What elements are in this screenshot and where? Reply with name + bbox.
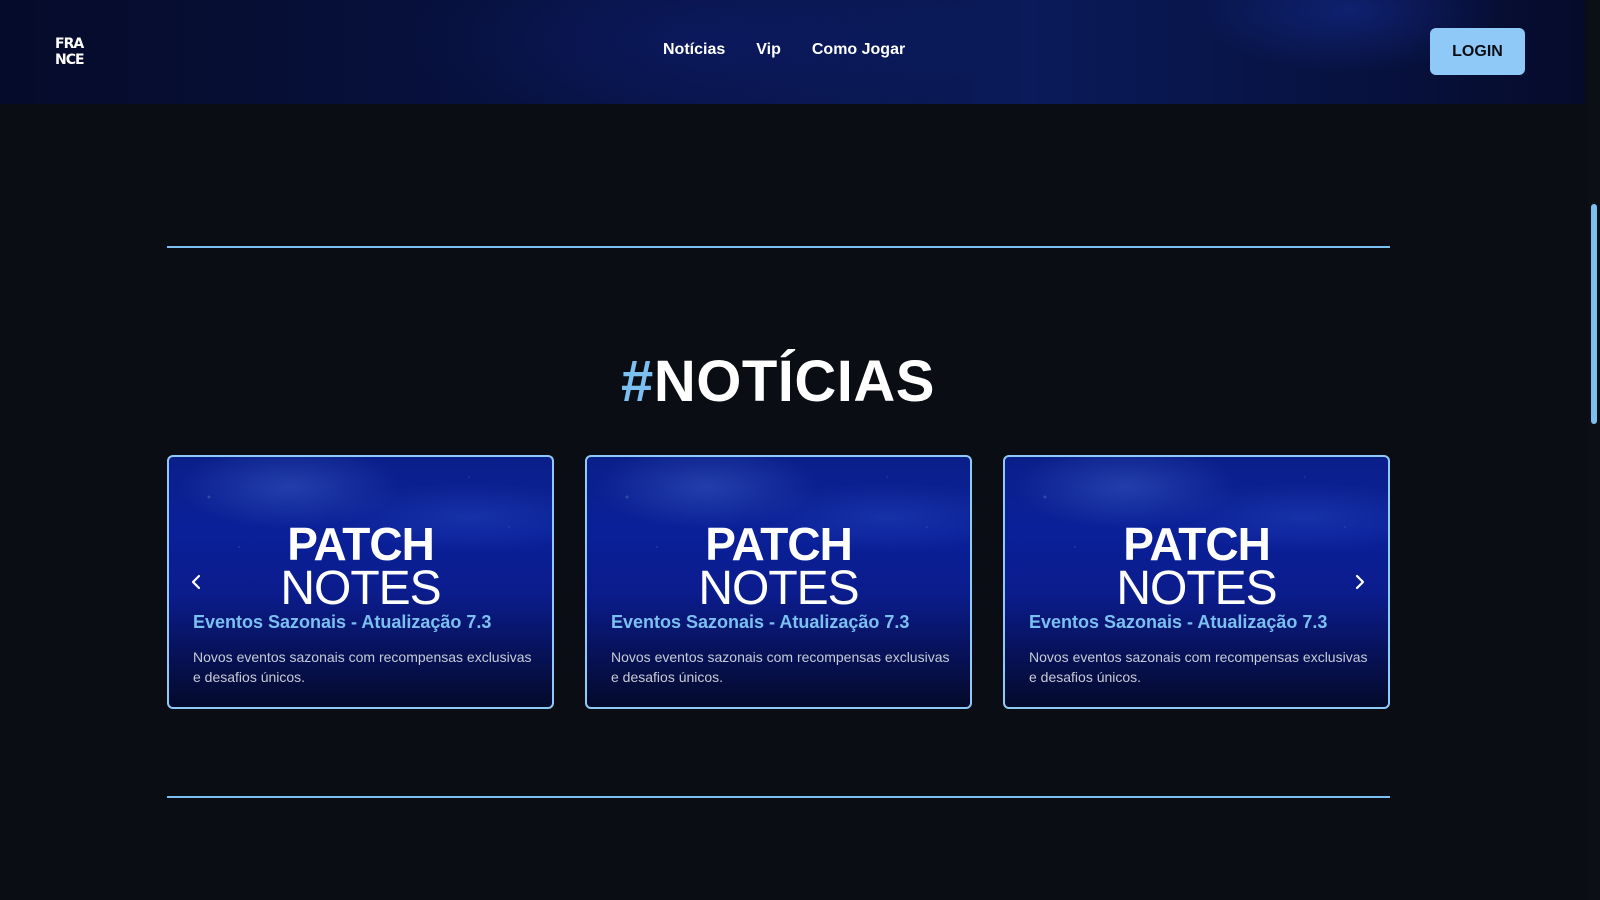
section-title-text: NOTÍCIAS bbox=[653, 349, 935, 414]
chevron-right-icon bbox=[1355, 574, 1365, 590]
news-card[interactable]: PATCH NOTES Eventos Sazonais - Atualizaç… bbox=[585, 455, 972, 709]
card-image-title-patch: PATCH bbox=[705, 518, 853, 570]
card-image-title-patch: PATCH bbox=[1123, 518, 1271, 570]
nav-link-noticias[interactable]: Notícias bbox=[663, 41, 725, 59]
card-title[interactable]: Eventos Sazonais - Atualização 7.3 bbox=[1029, 612, 1376, 633]
card-title[interactable]: Eventos Sazonais - Atualização 7.3 bbox=[193, 612, 540, 633]
carousel-next-button[interactable] bbox=[1350, 572, 1370, 592]
card-image-title-notes: NOTES bbox=[1116, 562, 1277, 615]
carousel-prev-button[interactable] bbox=[186, 572, 206, 592]
main-nav: Notícias Vip Como Jogar bbox=[663, 41, 905, 59]
card-image-title-patch: PATCH bbox=[287, 518, 435, 570]
card-image-title-notes: NOTES bbox=[280, 562, 441, 615]
page-scrollbar[interactable] bbox=[1588, 0, 1600, 900]
scrollbar-thumb[interactable] bbox=[1591, 204, 1597, 424]
site-header: FRA NCE Notícias Vip Como Jogar LOGIN bbox=[0, 0, 1585, 104]
news-card[interactable]: PATCH NOTES Eventos Sazonais - Atualizaç… bbox=[1003, 455, 1390, 709]
card-description: Novos eventos sazonais com recompensas e… bbox=[1029, 649, 1368, 685]
section-title-hash: # bbox=[621, 349, 654, 414]
brand-logo[interactable]: FRA NCE bbox=[55, 32, 87, 72]
section-divider-top bbox=[167, 246, 1390, 248]
chevron-left-icon bbox=[191, 574, 201, 590]
card-description: Novos eventos sazonais com recompensas e… bbox=[611, 649, 950, 685]
card-image-title-notes: NOTES bbox=[698, 562, 859, 615]
logo-line-2: NCE bbox=[55, 52, 85, 68]
card-description: Novos eventos sazonais com recompensas e… bbox=[193, 649, 532, 685]
nav-link-vip[interactable]: Vip bbox=[756, 41, 781, 59]
section-title: #NOTÍCIAS bbox=[0, 348, 1556, 415]
section-divider-bottom bbox=[167, 796, 1390, 798]
login-button[interactable]: LOGIN bbox=[1430, 28, 1525, 75]
news-carousel: PATCH NOTES Eventos Sazonais - Atualizaç… bbox=[167, 455, 1390, 709]
nav-link-como-jogar[interactable]: Como Jogar bbox=[812, 41, 905, 59]
card-title[interactable]: Eventos Sazonais - Atualização 7.3 bbox=[611, 612, 958, 633]
logo-line-1: FRA bbox=[55, 36, 84, 52]
news-card[interactable]: PATCH NOTES Eventos Sazonais - Atualizaç… bbox=[167, 455, 554, 709]
